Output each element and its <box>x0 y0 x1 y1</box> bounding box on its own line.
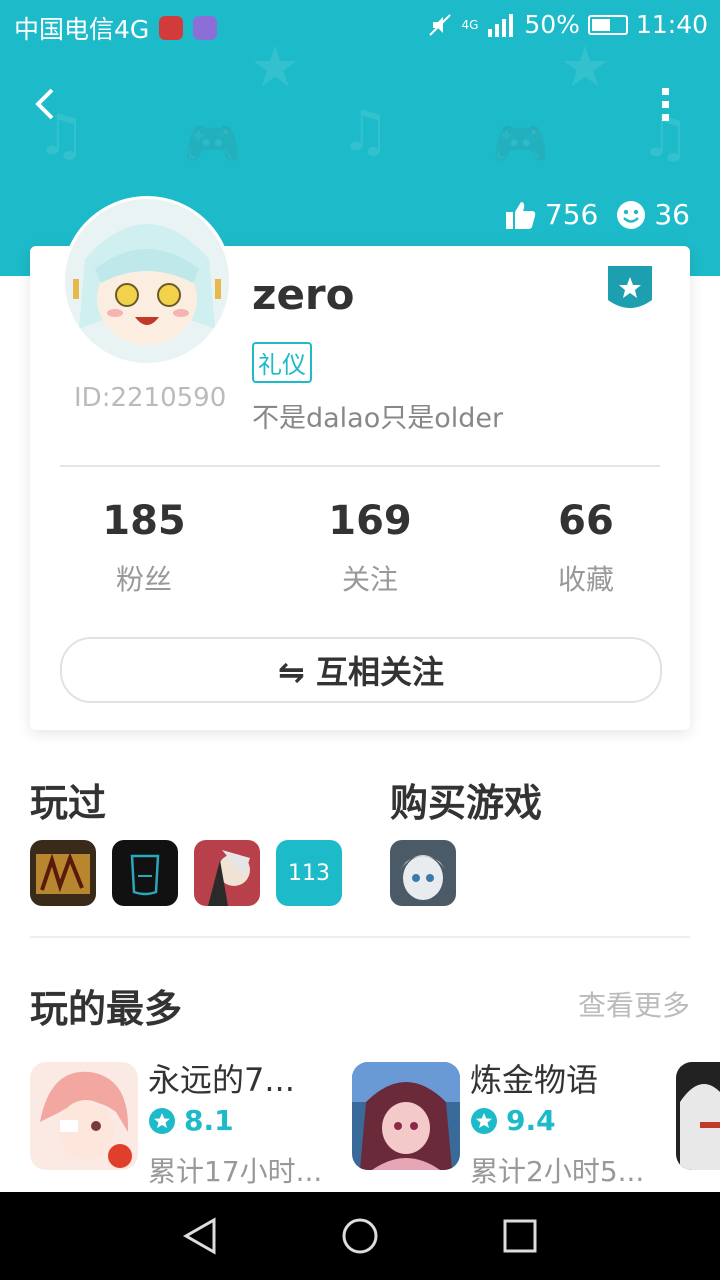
purchased-game-icon[interactable] <box>390 840 456 906</box>
played-more-count[interactable]: 113 <box>276 840 342 906</box>
carrier-label: 中国电信4G <box>14 15 150 44</box>
divider <box>60 465 660 467</box>
nav-back-icon[interactable] <box>180 1216 220 1256</box>
signal-icon <box>488 13 514 37</box>
purchased-title: 购买游戏 <box>390 781 543 825</box>
fans-label: 粉丝 <box>115 563 172 596</box>
user-tag: 礼仪 <box>252 342 312 383</box>
fans-stat[interactable]: 185 粉丝 <box>64 498 224 598</box>
status-bar: 中国电信4G 4G 50% 11:40 <box>0 0 720 50</box>
gamepad-decoration-icon: 🎮 <box>184 116 242 170</box>
see-more-link[interactable]: 查看更多 <box>578 984 690 1024</box>
favorites-label: 收藏 <box>557 563 614 596</box>
clock: 11:40 <box>635 10 708 39</box>
network-type: 4G <box>461 17 479 32</box>
rating-value: 8.1 <box>184 1104 234 1137</box>
section-divider <box>30 936 690 938</box>
played-title: 玩过 <box>30 781 107 825</box>
favorites-stat[interactable]: 66 收藏 <box>506 498 666 598</box>
avatar-image <box>65 199 229 363</box>
played-game-icon[interactable] <box>112 840 178 906</box>
most-played-title: 玩的最多 <box>30 987 183 1031</box>
thumbs-up-icon <box>505 201 536 229</box>
most-played-game-icon[interactable] <box>676 1062 720 1170</box>
system-nav-bar <box>0 1192 720 1280</box>
following-stat[interactable]: 169 关注 <box>290 498 450 598</box>
fans-count: 185 <box>102 498 186 544</box>
netease-music-icon <box>159 16 184 40</box>
nav-recents-icon[interactable] <box>500 1216 540 1256</box>
mutual-follow-button[interactable]: ⇋ 互相关注 <box>60 637 662 703</box>
play-time: 累计17小时... <box>148 1155 323 1188</box>
gallery-icon <box>193 16 218 40</box>
likes-count: 756 <box>505 198 598 231</box>
mute-icon <box>429 13 452 36</box>
rating-star-icon <box>471 1107 497 1134</box>
user-bio: 不是dalao只是older <box>252 403 504 434</box>
smiles-value: 36 <box>654 198 690 231</box>
username: zero <box>252 270 355 319</box>
header-stats: 756 36 <box>505 198 690 231</box>
game-rating: 8.1 <box>148 1104 234 1137</box>
most-played-game-name[interactable]: 炼金物语 <box>470 1055 598 1101</box>
rating-star-icon <box>149 1107 175 1134</box>
favorites-count: 66 <box>558 498 614 544</box>
most-played-game-icon[interactable] <box>352 1062 460 1170</box>
game-rating: 9.4 <box>470 1104 556 1137</box>
battery-icon <box>587 14 628 35</box>
smiles-count: 36 <box>616 198 690 231</box>
back-arrow-icon[interactable] <box>30 84 70 124</box>
most-played-game-icon[interactable] <box>30 1062 138 1170</box>
avatar[interactable] <box>62 196 232 366</box>
music-note-decoration-icon: ♫ <box>340 99 391 164</box>
played-game-icon[interactable] <box>194 840 260 906</box>
play-time: 累计2小时5... <box>470 1155 645 1188</box>
badge-icon[interactable] <box>608 266 652 312</box>
following-label: 关注 <box>341 563 398 596</box>
user-id: ID:2210590 <box>74 383 227 413</box>
gamepad-decoration-icon: 🎮 <box>492 116 550 170</box>
most-played-game-name[interactable]: 永远的7... <box>148 1055 295 1101</box>
likes-value: 756 <box>544 198 599 231</box>
battery-percent: 50% <box>524 10 580 39</box>
played-game-icon[interactable] <box>30 840 96 906</box>
nav-home-icon[interactable] <box>340 1216 380 1256</box>
following-count: 169 <box>328 498 412 544</box>
more-options-icon[interactable] <box>652 84 680 124</box>
smiley-icon <box>617 200 646 229</box>
rating-value: 9.4 <box>506 1104 556 1137</box>
